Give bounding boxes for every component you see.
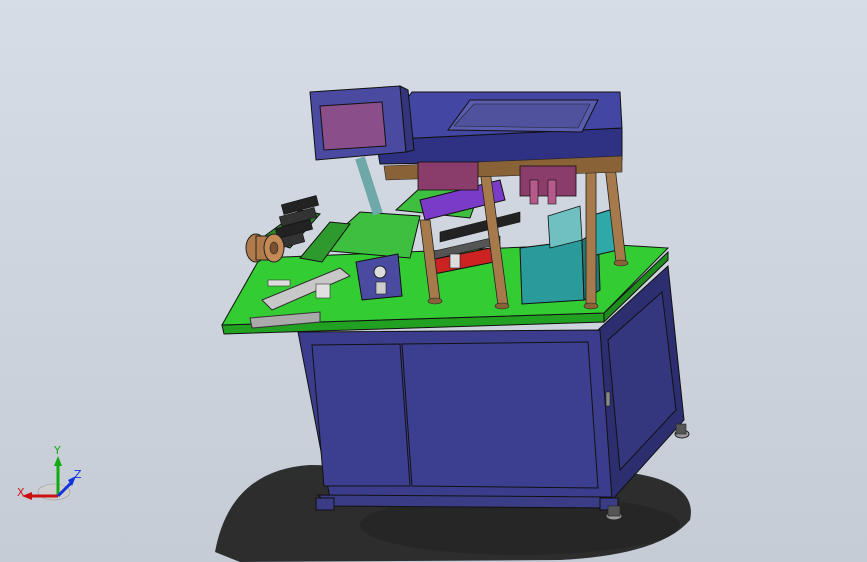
triad-base bbox=[37, 483, 71, 501]
press-cylinder-left bbox=[417, 161, 479, 191]
y-axis-arrow bbox=[54, 456, 62, 466]
door-handle bbox=[605, 391, 611, 407]
cabinet-door-right bbox=[401, 341, 599, 489]
hmi-display[interactable] bbox=[309, 85, 415, 216]
cad-model-scene[interactable] bbox=[0, 0, 867, 562]
clamp-block[interactable] bbox=[355, 253, 403, 301]
hmi-screen bbox=[319, 101, 387, 151]
z-axis-label: Z bbox=[74, 468, 82, 481]
axis-triad: Y X Z bbox=[17, 444, 82, 501]
cad-viewport[interactable]: Y X Z bbox=[0, 0, 867, 562]
hmi-arm bbox=[355, 156, 383, 216]
x-axis-label: X bbox=[17, 486, 25, 499]
spool-reel bbox=[245, 233, 285, 263]
cabinet-door-left bbox=[311, 343, 411, 487]
y-axis-label: Y bbox=[53, 444, 61, 457]
